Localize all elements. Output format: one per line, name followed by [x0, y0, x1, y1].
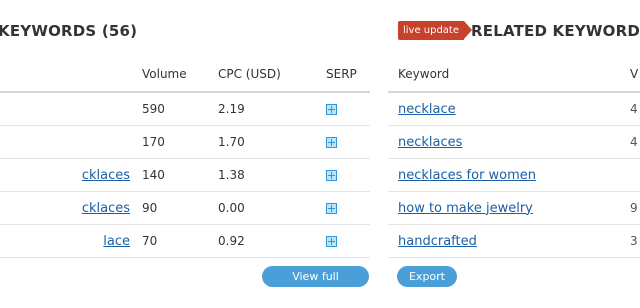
keyword-cell: [0, 125, 142, 159]
table-row: cklaces 140 1.38: [0, 158, 370, 192]
keyword-cell: how to make jewelry: [388, 191, 630, 225]
view-full-report-button[interactable]: View full report: [262, 266, 369, 304]
volume-cell: 4: [630, 125, 640, 159]
keyword-cell: necklace: [388, 92, 630, 126]
volume-cell: [630, 158, 640, 192]
keyword-link[interactable]: necklace: [398, 102, 456, 117]
volume-cell: 90: [142, 191, 218, 225]
cpc-cell: 0.92: [218, 224, 326, 258]
volume-column-header[interactable]: Volume: [142, 56, 218, 93]
keyword-link[interactable]: necklaces for women: [398, 168, 536, 183]
volume-cell: 4: [630, 92, 640, 126]
serp-cell: [326, 224, 370, 258]
table-row: necklaces 4: [388, 125, 640, 159]
volume-cell: 3: [630, 224, 640, 258]
volume-cell: 170: [142, 125, 218, 159]
keyword-column-header: [0, 56, 142, 93]
cpc-cell: 1.70: [218, 125, 326, 159]
keyword-link[interactable]: necklaces: [398, 135, 462, 150]
keyword-column-header: Keyword: [388, 56, 630, 93]
related-keywords-table: Keyword V necklace 4 necklaces 4 necklac…: [388, 56, 640, 258]
serp-cell: [326, 92, 370, 126]
export-button[interactable]: Export: [397, 266, 457, 287]
table-row: 170 1.70: [0, 125, 370, 159]
table-header-row: Volume CPC (USD) SERP: [0, 56, 370, 93]
keyword-cell: necklaces for women: [388, 158, 630, 192]
cpc-cell: 1.38: [218, 158, 326, 192]
serp-icon[interactable]: [326, 203, 337, 214]
volume-cell: 70: [142, 224, 218, 258]
keyword-link[interactable]: lace: [103, 234, 130, 249]
keyword-link[interactable]: handcrafted: [398, 234, 477, 249]
volume-cell: 590: [142, 92, 218, 126]
serp-cell: [326, 125, 370, 159]
volume-cell: 140: [142, 158, 218, 192]
keyword-cell: lace: [0, 224, 142, 258]
cpc-column-header[interactable]: CPC (USD): [218, 56, 326, 93]
keyword-cell: [0, 92, 142, 126]
serp-cell: [326, 158, 370, 192]
cpc-cell: 0.00: [218, 191, 326, 225]
keyword-cell: cklaces: [0, 191, 142, 225]
cpc-cell: 2.19: [218, 92, 326, 126]
keyword-link[interactable]: how to make jewelry: [398, 201, 533, 216]
live-update-badge: live update: [398, 21, 472, 40]
serp-icon[interactable]: [326, 137, 337, 148]
volume-column-header[interactable]: V: [630, 56, 640, 93]
table-row: necklaces for women: [388, 158, 640, 192]
table-header-row: Keyword V: [388, 56, 640, 93]
table-row: handcrafted 3: [388, 224, 640, 258]
serp-column-header: SERP: [326, 56, 370, 93]
keyword-link[interactable]: cklaces: [82, 201, 130, 216]
organic-keywords-table: Volume CPC (USD) SERP 590 2.19 170 1.70 …: [0, 56, 370, 258]
table-row: cklaces 90 0.00: [0, 191, 370, 225]
organic-keywords-title: KEYWORDS (56): [0, 22, 138, 40]
volume-cell: 9: [630, 191, 640, 225]
related-keywords-title: RELATED KEYWORDS: [471, 22, 640, 40]
table-row: lace 70 0.92: [0, 224, 370, 258]
keyword-cell: cklaces: [0, 158, 142, 192]
serp-icon[interactable]: [326, 170, 337, 181]
serp-icon[interactable]: [326, 236, 337, 247]
table-row: 590 2.19: [0, 92, 370, 126]
serp-icon[interactable]: [326, 104, 337, 115]
keyword-cell: handcrafted: [388, 224, 630, 258]
table-row: how to make jewelry 9: [388, 191, 640, 225]
table-row: necklace 4: [388, 92, 640, 126]
keyword-link[interactable]: cklaces: [82, 168, 130, 183]
keyword-cell: necklaces: [388, 125, 630, 159]
serp-cell: [326, 191, 370, 225]
